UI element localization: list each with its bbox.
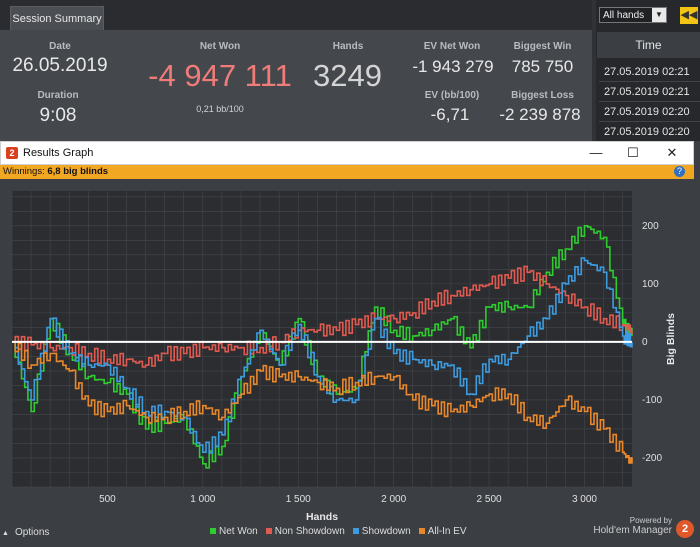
legend-item[interactable]: All-In EV <box>418 526 467 537</box>
x-tick-label: 500 <box>99 494 116 505</box>
hand-filter-value: All hands <box>603 10 645 21</box>
duration-label: Duration <box>37 90 79 101</box>
session-summary-panel: Session Summary Date 26.05.2019 Duration… <box>0 0 700 142</box>
y-tick-label: -100 <box>642 395 662 406</box>
hands-value: 3249 <box>313 58 382 93</box>
net-won-bb: 0,21 bb/100 <box>196 104 244 114</box>
net-won-value: -4 947 111 <box>148 58 292 93</box>
powered-by-text: Powered by <box>629 516 672 525</box>
ev-net-won-value: -1 943 279 <box>412 57 494 76</box>
ev-bb-label: EV (bb/100) <box>424 90 480 101</box>
window-titlebar[interactable]: 2 Results Graph — ☐ ✕ <box>0 141 694 165</box>
y-tick-label: 200 <box>642 221 659 232</box>
chevron-down-icon[interactable]: ▼ <box>652 8 666 22</box>
time-row[interactable]: 27.05.2019 02:20 <box>599 122 700 142</box>
time-row[interactable]: 27.05.2019 02:20 <box>599 102 700 122</box>
biggest-loss-value: -2 239 878 <box>499 105 581 124</box>
date-value: 26.05.2019 <box>12 55 108 76</box>
legend-swatch <box>418 528 425 535</box>
legend-swatch <box>352 528 359 535</box>
summary-area: Session Summary Date 26.05.2019 Duration… <box>0 0 592 141</box>
ev-net-won-label: EV Net Won <box>423 41 481 52</box>
x-tick-label: 2 000 <box>381 494 406 505</box>
legend-swatch <box>210 528 216 535</box>
results-chart: 500 1 000 1 500 2 000 2 500 3 000 -200 -100 0 100… <box>11 191 677 523</box>
legend-swatch <box>265 528 272 535</box>
help-icon[interactable]: ? <box>674 166 685 177</box>
close-button[interactable]: ✕ <box>657 144 687 162</box>
y-tick-label: 100 <box>642 279 659 290</box>
time-column-header[interactable]: Time <box>597 32 700 58</box>
biggest-win-label: Biggest Win <box>513 41 572 52</box>
results-graph-window: 2 Results Graph — ☐ ✕ Winnings: 6,8 big … <box>0 141 700 547</box>
legend-label: Showdown <box>361 526 411 537</box>
x-tick-label: 3 000 <box>572 494 597 505</box>
powered-by: Powered by Hold'em Manager <box>580 516 672 536</box>
winnings-value: 6,8 big blinds <box>47 166 109 177</box>
duration-value: 9:08 <box>39 105 77 126</box>
chart-legend: Net Won Non Showdown Showdown All-In EV <box>210 526 475 540</box>
x-axis-label: Hands <box>306 511 338 523</box>
x-tick-label: 1 000 <box>190 494 215 505</box>
biggest-loss-label: Biggest Loss <box>511 90 574 101</box>
y-axis-label: Big Blinds <box>665 313 677 365</box>
x-tick-label: 1 500 <box>286 494 311 505</box>
plot-background <box>12 191 632 487</box>
brand-logo-icon: 2 <box>676 520 694 538</box>
date-label: Date <box>49 41 71 52</box>
y-tick-label: 0 <box>642 337 648 348</box>
ev-bb-value: -6,71 <box>430 105 470 124</box>
minimize-button[interactable]: — <box>581 144 611 162</box>
legend-item[interactable]: Net Won <box>210 526 258 537</box>
brand-name: Hold'em Manager <box>593 525 672 536</box>
tab-session-summary[interactable]: Session Summary <box>10 6 104 31</box>
options-button[interactable]: ▲ Options <box>2 525 49 541</box>
winnings-label: Winnings: <box>3 166 45 177</box>
legend-item[interactable]: Showdown <box>352 526 411 537</box>
legend-label: Non Showdown <box>274 526 345 537</box>
y-tick-label: -200 <box>642 453 662 464</box>
options-label: Options <box>14 527 50 538</box>
maximize-button[interactable]: ☐ <box>618 144 648 162</box>
winnings-bar: Winnings: 6,8 big blinds ? <box>0 165 694 179</box>
time-row[interactable]: 27.05.2019 02:21 <box>599 62 700 82</box>
winnings-text: Winnings: 6,8 big blinds <box>3 166 108 177</box>
triangle-up-icon: ▲ <box>2 530 9 537</box>
hand-filter-select[interactable]: All hands ▼ <box>599 7 667 23</box>
window-title: Results Graph <box>23 147 94 159</box>
legend-item[interactable]: Non Showdown <box>265 526 345 537</box>
rewind-icon[interactable]: ◀◀ <box>680 7 698 24</box>
x-tick-label: 2 500 <box>477 494 502 505</box>
legend-label: Net Won <box>219 526 258 537</box>
net-won-label: Net Won <box>199 41 241 52</box>
app-logo-icon: 2 <box>6 147 18 159</box>
legend-label: All-In EV <box>427 526 467 537</box>
hands-label: Hands <box>332 41 364 52</box>
graph-area: 500 1 000 1 500 2 000 2 500 3 000 -200 -100 0 100… <box>0 179 694 547</box>
time-row[interactable]: 27.05.2019 02:21 <box>599 82 700 102</box>
biggest-win-value: 785 750 <box>511 57 574 76</box>
